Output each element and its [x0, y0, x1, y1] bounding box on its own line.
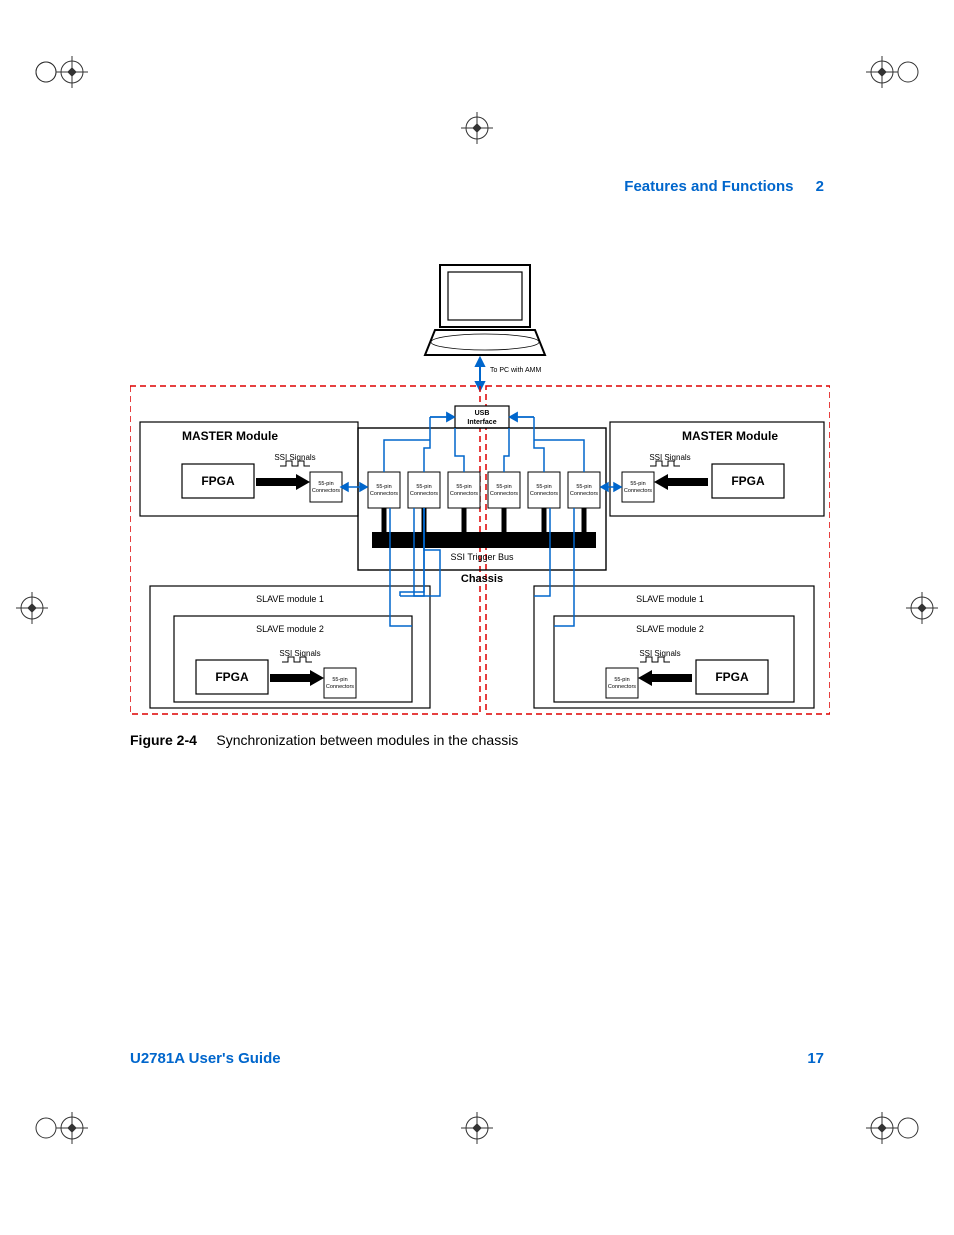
svg-text:Connectors: Connectors [370, 491, 398, 497]
svg-text:55-pin: 55-pin [576, 484, 591, 490]
fpga-left-top: FPGA [201, 474, 235, 488]
figure-number: Figure 2-4 [130, 732, 197, 748]
svg-text:55-pin: 55-pin [376, 484, 391, 490]
to-pc-label: To PC with AMM [490, 367, 542, 374]
slave2-right-label: SLAVE module 2 [636, 624, 704, 634]
svg-text:Connectors: Connectors [326, 684, 354, 690]
usb-label-2: Interface [467, 419, 496, 426]
usb-label-1: USB [475, 410, 490, 417]
diagram-figure: To PC with AMM USB Interface Chassis [130, 260, 830, 720]
master-right-label: MASTER Module [682, 429, 778, 443]
slave1-left-label: SLAVE module 1 [256, 594, 324, 604]
svg-text:55-pin: 55-pin [496, 484, 511, 490]
svg-text:55-pin: 55-pin [630, 481, 645, 487]
svg-text:55-pin: 55-pin [416, 484, 431, 490]
slave1-right-label: SLAVE module 1 [636, 594, 704, 604]
slave2-left-label: SLAVE module 2 [256, 624, 324, 634]
svg-text:55-pin: 55-pin [332, 677, 347, 683]
svg-text:Connectors: Connectors [608, 684, 636, 690]
svg-text:Connectors: Connectors [570, 491, 598, 497]
svg-text:Connectors: Connectors [530, 491, 558, 497]
master-left-label: MASTER Module [182, 429, 278, 443]
running-header: Features and Functions 2 [624, 178, 824, 195]
ssi-trigger-bus-label: SSI Trigger Bus [450, 552, 514, 562]
svg-text:55-pin: 55-pin [318, 481, 333, 487]
figure-caption-text: Synchronization between modules in the c… [216, 732, 518, 748]
footer-page-number: 17 [807, 1050, 824, 1067]
svg-text:55-pin: 55-pin [536, 484, 551, 490]
page: Features and Functions 2 To PC with AMM [0, 0, 954, 1235]
fpga-left-bottom: FPGA [215, 670, 249, 684]
svg-text:55-pin: 55-pin [614, 677, 629, 683]
svg-text:Connectors: Connectors [312, 488, 340, 494]
svg-text:Connectors: Connectors [624, 488, 652, 494]
svg-text:Connectors: Connectors [490, 491, 518, 497]
chassis-label: Chassis [461, 573, 503, 585]
svg-text:Connectors: Connectors [450, 491, 478, 497]
footer-guide-title: U2781A User's Guide [130, 1050, 281, 1067]
svg-text:Connectors: Connectors [410, 491, 438, 497]
fpga-right-bottom: FPGA [715, 670, 749, 684]
svg-text:55-pin: 55-pin [456, 484, 471, 490]
connector-row: 55-pinConnectors 55-pinConnectors 55-pin… [368, 472, 600, 508]
ssi-signals-left-top: SSI Signals [274, 453, 315, 462]
section-title: Features and Functions [624, 178, 793, 195]
figure-caption: Figure 2-4 Synchronization between modul… [130, 732, 518, 748]
fpga-right-top: FPGA [731, 474, 765, 488]
laptop-icon [425, 265, 545, 355]
section-number: 2 [816, 178, 824, 195]
